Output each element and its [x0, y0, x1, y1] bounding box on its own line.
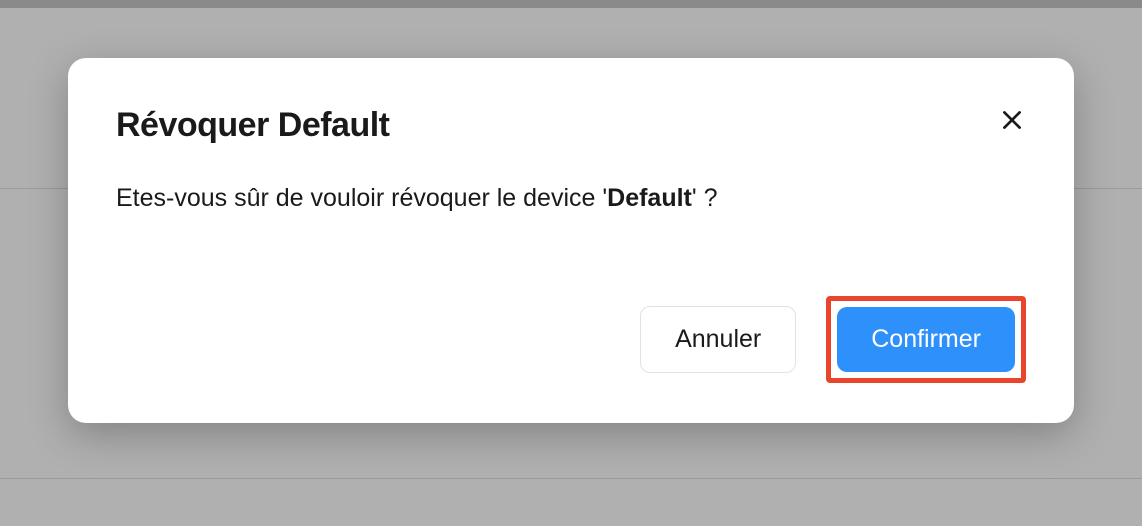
modal-body-prefix: Etes-vous sûr de vouloir révoquer le dev… [116, 184, 607, 212]
confirm-button[interactable]: Confirmer [837, 307, 1015, 372]
modal-body-device-name: Default [607, 184, 692, 212]
revoke-modal: Révoquer Default Etes-vous sûr de vouloi… [68, 58, 1074, 423]
modal-body: Etes-vous sûr de vouloir révoquer le dev… [116, 181, 1026, 216]
close-icon [999, 107, 1025, 133]
modal-footer: Annuler Confirmer [116, 296, 1026, 383]
modal-body-suffix: ' ? [692, 184, 718, 212]
modal-title: Révoquer Default [116, 106, 390, 145]
cancel-button[interactable]: Annuler [640, 306, 796, 373]
modal-header: Révoquer Default [116, 106, 1026, 145]
backdrop-divider [0, 478, 1142, 479]
close-button[interactable] [994, 102, 1030, 138]
confirm-highlight: Confirmer [826, 296, 1026, 383]
